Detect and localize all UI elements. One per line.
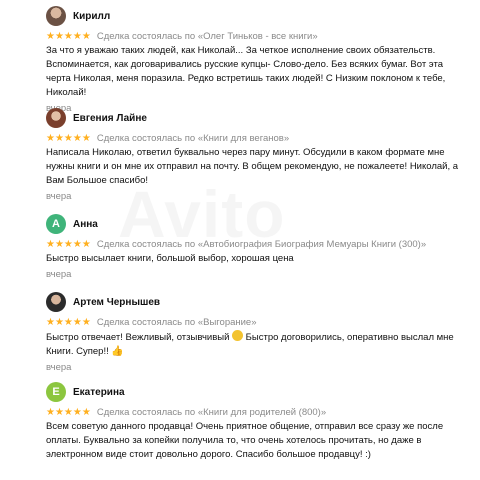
- user-avatar[interactable]: [46, 292, 66, 312]
- rating-stars: ★★★★★: [46, 406, 91, 418]
- deal-caption: Сделка состоялась по «Книги для родителе…: [96, 406, 327, 418]
- review-card: Артем Чернышев ★★★★★ Сделка состоялась п…: [46, 290, 466, 373]
- review-text: Быстро отвечает! Вежливый, отзывчивый Бы…: [46, 330, 466, 359]
- reviewer-name[interactable]: Кирилл: [73, 11, 110, 22]
- reviewer-name[interactable]: Анна: [73, 219, 98, 230]
- review-text: За что я уважаю таких людей, как Николай…: [46, 45, 446, 98]
- thumbs-up-icon: 👍: [111, 346, 124, 357]
- deal-caption: Сделка состоялась по «Автобиография Биог…: [96, 238, 427, 250]
- review-text: Быстро высылает книги, большой выбор, хо…: [46, 253, 294, 264]
- user-avatar[interactable]: А: [46, 214, 66, 234]
- rating-stars: ★★★★★: [46, 316, 91, 328]
- deal-caption: Сделка состоялась по «Книги для веганов»: [96, 132, 290, 144]
- review-text: Всем советую данного продавца! Очень при…: [46, 421, 444, 460]
- user-avatar[interactable]: [46, 108, 66, 128]
- smile-emoji-icon: [232, 330, 244, 341]
- review-card: А Анна ★★★★★ Сделка состоялась по «Автоб…: [46, 212, 466, 280]
- reviewer-name[interactable]: Евгения Лайне: [73, 113, 147, 124]
- deal-caption: Сделка состоялась по «Олег Тиньков - все…: [96, 30, 318, 42]
- review-date: вчера: [46, 362, 72, 373]
- review-date: вчера: [46, 269, 72, 280]
- review-card: Евгения Лайне ★★★★★ Сделка состоялась по…: [46, 106, 466, 202]
- rating-stars: ★★★★★: [46, 238, 91, 250]
- rating-stars: ★★★★★: [46, 30, 91, 42]
- review-text-part: Быстро отвечает! Вежливый, отзывчивый: [46, 332, 230, 343]
- reviewer-name[interactable]: Екатерина: [73, 387, 125, 398]
- user-avatar[interactable]: Е: [46, 382, 66, 402]
- user-avatar[interactable]: [46, 6, 66, 26]
- reviewer-name[interactable]: Артем Чернышев: [73, 297, 160, 308]
- review-card: Е Екатерина ★★★★★ Сделка состоялась по «…: [46, 380, 466, 462]
- deal-caption: Сделка состоялась по «Выгорание»: [96, 316, 257, 328]
- rating-stars: ★★★★★: [46, 132, 91, 144]
- review-date: вчера: [46, 191, 72, 202]
- review-text: Написала Николаю, ответил буквально чере…: [46, 147, 459, 186]
- review-card: Кирилл ★★★★★ Сделка состоялась по «Олег …: [46, 4, 466, 114]
